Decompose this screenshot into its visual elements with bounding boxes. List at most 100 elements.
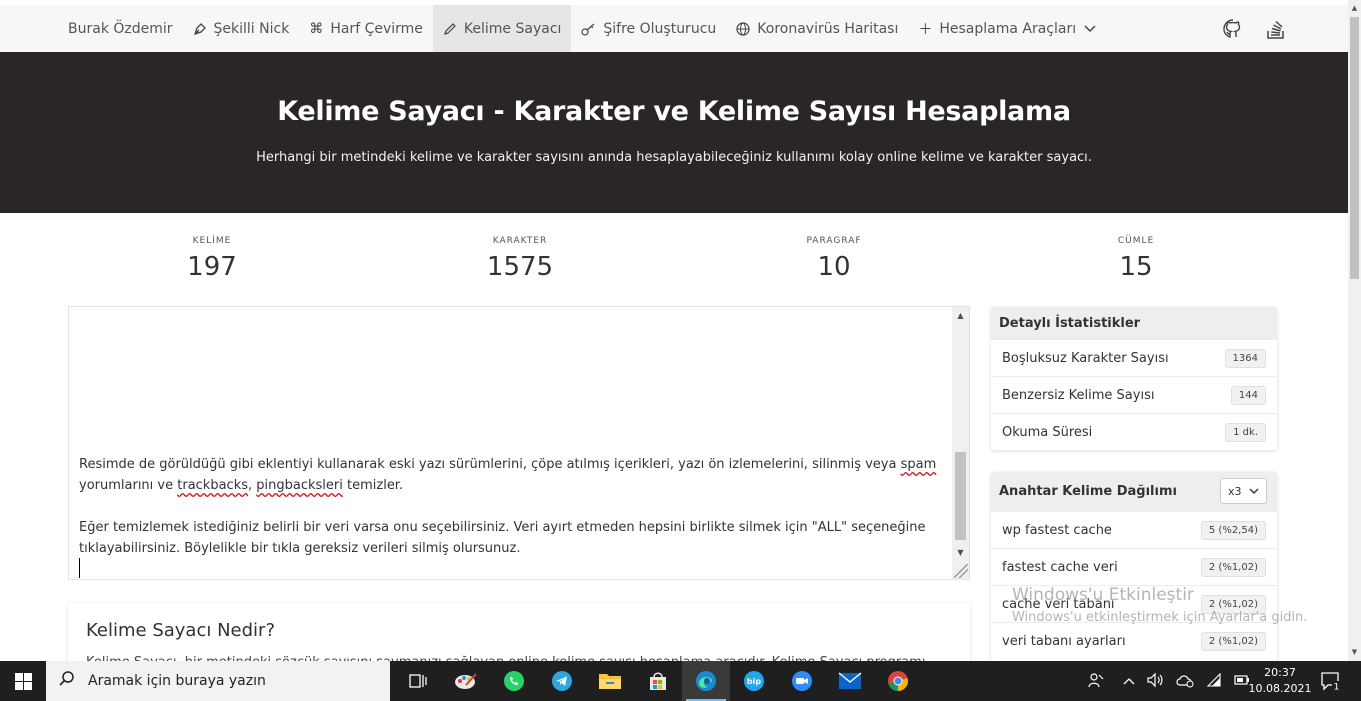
stat-label: PARAGRAF	[806, 236, 862, 246]
clock-date: 10.08.2021	[1248, 682, 1312, 695]
scroll-up-arrow-icon[interactable]: ▲	[1348, 2, 1361, 15]
pencil-icon	[443, 22, 457, 36]
taskbar-search-box[interactable]: Aramak için buraya yazın	[46, 661, 390, 701]
nav-item-koronavirus-haritasi[interactable]: Koronavirüs Haritası	[726, 5, 908, 52]
nav-item-label: Şekilli Nick	[213, 20, 290, 37]
hero-banner: Kelime Sayacı - Karakter ve Kelime Sayıs…	[0, 52, 1348, 213]
text-caret	[79, 558, 80, 578]
misspelled-word: trackbacks	[177, 478, 249, 493]
article-title: Kelime Sayacı Nedir?	[86, 620, 275, 641]
nav-item-label: Burak Özdemir	[68, 20, 173, 37]
row-label: Boşluksuz Karakter Sayısı	[1002, 350, 1169, 366]
activation-watermark-title: Windows'u Etkinleştir	[1012, 585, 1194, 605]
nav-item-home[interactable]: Burak Özdemir	[58, 5, 183, 52]
edge-icon[interactable]	[682, 661, 730, 701]
nav-item-label: Hesaplama Araçları	[939, 20, 1077, 37]
bip-icon[interactable]: bip	[730, 661, 778, 701]
stat-label: CÜMLE	[1117, 236, 1155, 246]
scroll-down-arrow-icon[interactable]: ▼	[1348, 646, 1361, 659]
nav-item-hesaplama-araclari[interactable]: ＋ Hesaplama Araçları	[908, 5, 1106, 52]
row-badge: 144	[1230, 385, 1266, 405]
page-scrollbar[interactable]: ▲ ▼	[1348, 0, 1361, 661]
action-center-icon[interactable]: 1	[1320, 671, 1342, 693]
taskbar-clock[interactable]: 20:37 10.08.2021	[1245, 665, 1315, 697]
search-icon	[58, 670, 76, 692]
editor-paragraph: Eğer temizlemek istediğiniz belirli bir …	[79, 520, 926, 556]
nav-item-harf-cevirme[interactable]: ⌘ Harf Çevirme	[299, 5, 433, 52]
row-badge: 2 (%1,02)	[1200, 631, 1266, 651]
cloud-sync-icon[interactable]	[1175, 672, 1195, 691]
chevron-down-icon	[1084, 24, 1096, 33]
scroll-down-arrow-icon[interactable]: ▼	[952, 544, 969, 561]
taskbar-apps: bip	[394, 661, 922, 701]
nav-item-kelime-sayaci[interactable]: Kelime Sayacı	[432, 5, 572, 52]
stackoverflow-icon[interactable]	[1266, 18, 1286, 40]
speaker-icon[interactable]	[1146, 672, 1164, 691]
chrome-icon[interactable]	[874, 661, 922, 701]
editor-text: Resimde de görüldüğü gibi eklentiyi kull…	[79, 454, 941, 580]
nav-menu: Burak Özdemir Şekilli Nick ⌘ Harf Çevirm…	[58, 5, 1106, 52]
zoom-icon[interactable]	[778, 661, 826, 701]
detailed-stats-card: Detaylı İstatistikler Boşluksuz Karakter…	[991, 307, 1277, 450]
scrollbar-thumb[interactable]	[955, 452, 966, 540]
github-icon[interactable]	[1222, 18, 1244, 40]
card-title: Detaylı İstatistikler	[991, 307, 1277, 339]
text-run: Resimde de görüldüğü gibi eklentiyi kull…	[79, 457, 901, 472]
chevron-up-icon[interactable]	[1123, 674, 1135, 688]
windows-start-icon[interactable]	[0, 661, 46, 701]
command-icon: ⌘	[309, 20, 324, 37]
globe-icon	[736, 21, 750, 36]
row-badge: 2 (%1,02)	[1200, 557, 1266, 577]
plus-icon: ＋	[918, 21, 933, 38]
text-run: yorumlarını ve	[79, 478, 178, 493]
keyword-row: veri tabanı ayarları 2 (%1,02)	[991, 622, 1277, 659]
svg-text:bip: bip	[747, 677, 761, 686]
nav-item-label: Harf Çevirme	[330, 20, 423, 37]
row-label: veri tabanı ayarları	[1002, 633, 1126, 649]
row-label: fastest cache veri	[1002, 559, 1118, 575]
pen-nib-icon	[193, 22, 207, 36]
page-title: Kelime Sayacı - Karakter ve Kelime Sayıs…	[277, 96, 1071, 127]
wifi-icon[interactable]	[1206, 672, 1222, 691]
task-view-icon[interactable]	[394, 661, 442, 701]
paint-icon[interactable]	[442, 661, 490, 701]
chevron-down-icon	[1249, 485, 1259, 498]
misspelled-word: spam	[900, 457, 937, 472]
stat-paragraf: PARAGRAF 10	[734, 236, 934, 282]
nav-social-links	[1222, 5, 1286, 52]
stat-cumle: CÜMLE 15	[1036, 236, 1236, 282]
card-title: Anahtar Kelime Dağılımı	[999, 484, 1177, 499]
notification-count: 1	[1334, 683, 1340, 692]
file-explorer-icon[interactable]	[586, 661, 634, 701]
activation-watermark-text: Windows'u etkinleştirmek için Ayarlar'a …	[1012, 610, 1308, 625]
system-tray	[1088, 661, 1251, 701]
ngram-select[interactable]: x3	[1220, 478, 1267, 504]
stat-value: 10	[817, 252, 851, 282]
row-label: Benzersiz Kelime Sayısı	[1002, 387, 1155, 403]
row-label: wp fastest cache	[1002, 522, 1112, 538]
text-input-area[interactable]: Resimde de görüldüğü gibi eklentiyi kull…	[68, 306, 970, 580]
stat-label: KARAKTER	[492, 236, 548, 246]
stat-label: KELİME	[192, 236, 232, 246]
stats-row: Okuma Süresi 1 dk.	[991, 413, 1277, 450]
nav-item-sekilli-nick[interactable]: Şekilli Nick	[183, 5, 300, 52]
scrollbar-thumb[interactable]	[1350, 17, 1359, 279]
store-icon[interactable]	[634, 661, 682, 701]
nav-item-label: Koronavirüs Haritası	[757, 20, 899, 37]
telegram-icon[interactable]	[538, 661, 586, 701]
whatsapp-icon[interactable]	[490, 661, 538, 701]
mail-icon[interactable]	[826, 661, 874, 701]
page-subtitle: Herhangi bir metindeki kelime ve karakte…	[256, 150, 1092, 165]
text-run: temizler.	[342, 478, 404, 493]
row-badge: 1364	[1224, 348, 1266, 368]
misspelled-word: pingbacksleri	[256, 478, 343, 493]
nav-item-sifre-olusturucu[interactable]: Şifre Oluşturucu	[571, 5, 726, 52]
keyword-row: wp fastest cache 5 (%2,54)	[991, 511, 1277, 548]
people-icon[interactable]	[1088, 672, 1104, 691]
resize-handle-icon[interactable]	[954, 564, 968, 578]
editor-scrollbar[interactable]: ▲ ▼	[952, 307, 969, 579]
top-navigation: Burak Özdemir Şekilli Nick ⌘ Harf Çevirm…	[0, 0, 1348, 52]
nav-item-label: Şifre Oluşturucu	[603, 20, 717, 37]
scroll-up-arrow-icon[interactable]: ▲	[952, 307, 969, 324]
stat-kelime: KELİME 197	[112, 236, 312, 282]
